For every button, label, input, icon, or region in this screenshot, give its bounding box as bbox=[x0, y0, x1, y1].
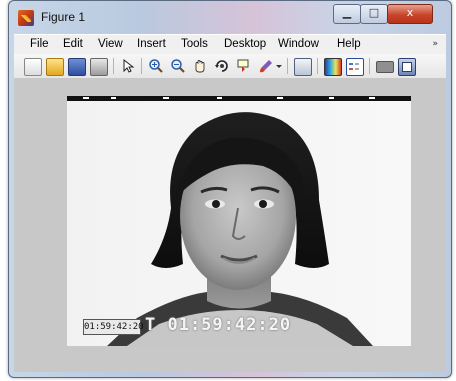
menu-desktop[interactable]: Desktop bbox=[224, 38, 266, 50]
rotate-3d-icon[interactable] bbox=[214, 58, 230, 74]
close-button[interactable]: x bbox=[387, 4, 433, 24]
face-image: 01:59:42:20 T 01:59:42:20 bbox=[67, 96, 411, 346]
menu-edit[interactable]: Edit bbox=[63, 38, 83, 50]
maximize-button[interactable]: □ bbox=[360, 4, 388, 24]
figure-canvas: 01:59:42:20 T 01:59:42:20 bbox=[14, 79, 446, 372]
title-bar[interactable]: Figure 1 ▁ □ x bbox=[8, 0, 452, 34]
open-file-icon[interactable] bbox=[46, 58, 64, 76]
show-plot-tools-icon[interactable] bbox=[398, 58, 416, 76]
new-figure-icon[interactable] bbox=[24, 58, 42, 76]
brush-icon[interactable] bbox=[258, 58, 274, 74]
figure-toolbar bbox=[14, 54, 446, 79]
menu-window[interactable]: Window bbox=[278, 38, 319, 50]
colorbar-icon[interactable] bbox=[324, 58, 342, 76]
matlab-icon bbox=[18, 10, 34, 26]
timecode-small: 01:59:42:20 bbox=[83, 319, 144, 335]
menu-insert[interactable]: Insert bbox=[137, 38, 166, 50]
timecode-overlay: T 01:59:42:20 bbox=[145, 315, 292, 335]
zoom-out-icon[interactable] bbox=[170, 58, 186, 74]
window-title: Figure 1 bbox=[41, 10, 86, 24]
save-icon[interactable] bbox=[68, 58, 86, 76]
brush-dropdown-icon[interactable] bbox=[275, 58, 283, 74]
zoom-in-icon[interactable] bbox=[148, 58, 164, 74]
menu-view[interactable]: View bbox=[98, 38, 123, 50]
print-icon[interactable] bbox=[90, 58, 108, 76]
figure-window: Figure 1 ▁ □ x File Edit View Insert Too… bbox=[8, 0, 452, 378]
menu-help[interactable]: Help bbox=[337, 38, 361, 50]
menu-tools[interactable]: Tools bbox=[181, 38, 208, 50]
hide-plot-tools-icon[interactable] bbox=[376, 61, 394, 73]
link-plot-icon[interactable] bbox=[294, 58, 312, 76]
minimize-button[interactable]: ▁ bbox=[333, 4, 361, 24]
menu-overflow-icon[interactable]: » bbox=[432, 39, 438, 49]
pan-hand-icon[interactable] bbox=[192, 58, 208, 74]
menu-bar: File Edit View Insert Tools Desktop Wind… bbox=[14, 34, 446, 55]
face-photo bbox=[67, 96, 411, 346]
data-cursor-icon[interactable] bbox=[236, 58, 252, 74]
menu-file[interactable]: File bbox=[30, 38, 49, 50]
legend-icon[interactable] bbox=[346, 58, 364, 76]
select-arrow-icon[interactable] bbox=[120, 58, 136, 74]
